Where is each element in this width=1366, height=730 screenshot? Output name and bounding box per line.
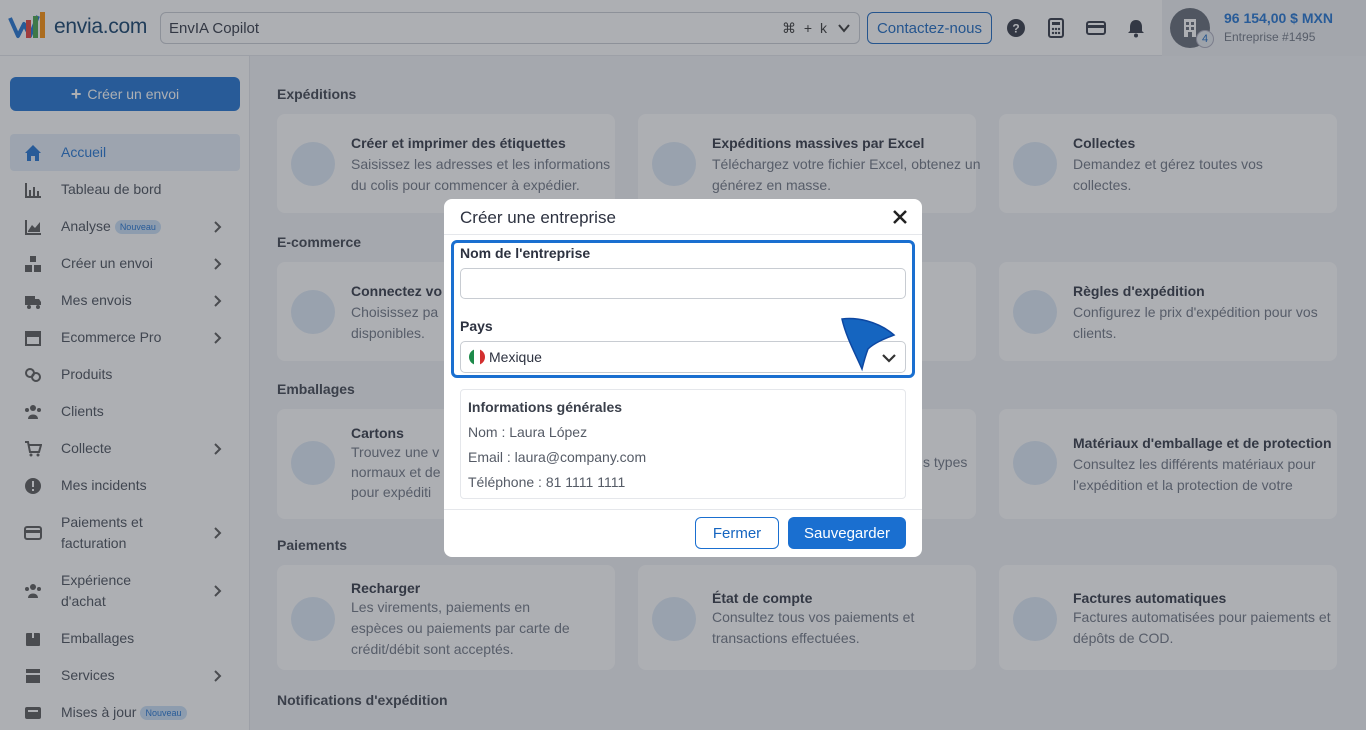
info-phone: Téléphone : 81 1111 1111 xyxy=(468,474,626,490)
divider xyxy=(444,509,922,510)
country-label: Pays xyxy=(460,318,493,334)
info-title: Informations générales xyxy=(468,399,623,415)
create-company-modal: Créer une entreprise Nom de l'entreprise… xyxy=(444,199,922,557)
mexico-flag-icon xyxy=(469,349,485,365)
country-value: Mexique xyxy=(489,349,542,365)
general-info-panel: Informations générales Nom : Laura López… xyxy=(460,389,906,499)
close-icon[interactable] xyxy=(892,209,908,225)
close-button[interactable]: Fermer xyxy=(695,517,779,549)
pointer-cursor-icon xyxy=(841,317,896,372)
modal-title: Créer une entreprise xyxy=(460,208,616,227)
save-button[interactable]: Sauvegarder xyxy=(788,517,906,549)
info-name: Nom : Laura López xyxy=(468,424,588,440)
company-name-label: Nom de l'entreprise xyxy=(460,245,591,261)
info-email: Email : laura@company.com xyxy=(468,449,647,465)
company-name-input[interactable] xyxy=(460,268,906,299)
divider xyxy=(444,234,922,235)
